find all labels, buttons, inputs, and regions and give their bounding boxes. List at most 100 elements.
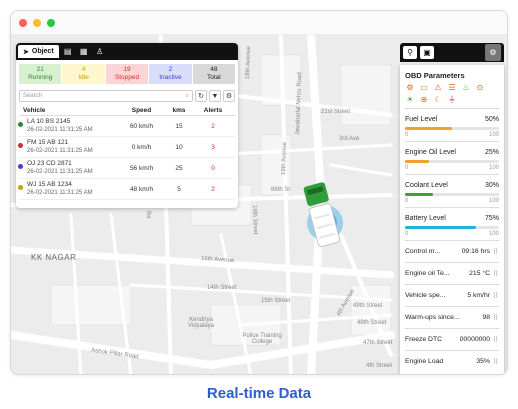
tab-user-icon[interactable]: ♙ bbox=[93, 43, 107, 60]
battery-warning-icon[interactable]: ▭ bbox=[419, 83, 429, 92]
column-header-kms[interactable]: kms bbox=[164, 107, 194, 114]
page-caption: Real-time Data bbox=[206, 385, 312, 402]
tire-pressure-icon[interactable]: ⊙ bbox=[475, 83, 485, 92]
table-row[interactable]: WJ 15 AB 1234 26-02-2021 11:31:25 AM 48 km… bbox=[18, 179, 235, 200]
tab-object[interactable]: ➤ Object bbox=[18, 45, 59, 58]
map-label-18th-avenue: 18th Avenue bbox=[245, 45, 253, 80]
gauge-fuel-level: Fuel Level 50% 0 100 bbox=[405, 108, 499, 141]
refresh-button[interactable]: ↻ bbox=[195, 90, 207, 102]
minimize-dot[interactable] bbox=[33, 19, 41, 27]
status-dot bbox=[18, 143, 23, 148]
kms-cell: 15 bbox=[175, 122, 183, 130]
kms-cell: 5 bbox=[177, 185, 181, 193]
gauge-value: 75% bbox=[484, 215, 499, 222]
drag-handle-icon[interactable]: ⠿ bbox=[493, 248, 499, 256]
status-badge-inactive[interactable]: 2 Inactive bbox=[149, 64, 192, 84]
vehicle-timestamp: 26-02-2021 11:31:25 AM bbox=[27, 148, 93, 154]
engine-warning-icon[interactable]: ⚙ bbox=[405, 83, 415, 92]
map-label-15th-street: 15th Street bbox=[261, 298, 291, 304]
close-dot[interactable] bbox=[19, 19, 27, 27]
gauge-max: 100 bbox=[488, 132, 499, 138]
status-summary: 21 Running 4 Idle 19 Stopped 2 Inactive 48 Total bbox=[19, 64, 236, 84]
map-label-48th-street: 48th Street bbox=[357, 320, 387, 326]
status-badge-stopped[interactable]: 19 Stopped bbox=[105, 64, 149, 84]
tab-grid-icon[interactable]: ▦ bbox=[77, 43, 91, 60]
obd-settings-gear-icon[interactable]: ⚙ bbox=[485, 44, 501, 61]
table-row[interactable]: LA 10 BS 2145 26-02-2021 11:31:25 AM 60 km… bbox=[18, 116, 235, 137]
vehicle-timestamp: 26-02-2021 11:31:25 AM bbox=[27, 127, 93, 133]
fog-light-icon[interactable]: ☾ bbox=[433, 95, 443, 104]
brake-warning-icon[interactable]: ⊕ bbox=[419, 95, 429, 104]
status-count: 48 bbox=[210, 66, 218, 73]
tab-engine-icon[interactable]: ▣ bbox=[420, 46, 434, 59]
parameter-value: 00000000 bbox=[459, 336, 490, 343]
gauge-label: Battery Level bbox=[405, 215, 446, 222]
coolant-temperature-icon[interactable]: ♨ bbox=[461, 83, 471, 92]
alerts-cell: 2 bbox=[211, 122, 215, 130]
obd-parameter-item[interactable]: Control m... 09:16 hrs ⠿ bbox=[405, 240, 499, 262]
map-label-14th-street: 14th Street bbox=[207, 285, 237, 291]
status-badge-total[interactable]: 48 Total bbox=[192, 64, 236, 84]
obd-parameter-item[interactable]: Warm-ups since... 98 ⠿ bbox=[405, 306, 499, 328]
gauge-min: 0 bbox=[405, 231, 409, 237]
parameter-label: Control m... bbox=[405, 248, 441, 255]
status-badge-running[interactable]: 21 Running bbox=[19, 64, 62, 84]
status-count: 4 bbox=[81, 66, 86, 73]
tab-object-label: Object bbox=[31, 48, 54, 55]
drag-handle-icon[interactable]: ⠿ bbox=[493, 314, 499, 322]
gauge-min: 0 bbox=[405, 165, 409, 171]
drag-handle-icon[interactable]: ⠿ bbox=[493, 336, 499, 344]
map-label-kendriya-vidyalaya: Kendriya Vidyalaya bbox=[188, 317, 214, 329]
search-row: Search ⌕ ↻ ▼ ⚙ bbox=[19, 90, 235, 102]
map-label-19th-avenue: 19th Avenue bbox=[281, 141, 289, 176]
column-header-vehicle[interactable]: Vehicle bbox=[19, 107, 119, 114]
obd-parameter-list: Control m... 09:16 hrs ⠿ Engine oil Te... 21… bbox=[400, 240, 504, 372]
vehicle-cell: OJ 23 CD 2871 26-02-2021 11:31:25 AM bbox=[18, 160, 119, 176]
status-badge-idle[interactable]: 4 Idle bbox=[62, 64, 105, 84]
gauge-track bbox=[405, 226, 499, 229]
headlight-icon[interactable]: ☰ bbox=[447, 83, 457, 92]
status-dot bbox=[18, 164, 23, 169]
gauge-max: 100 bbox=[488, 165, 499, 171]
table-row[interactable]: FM 15 AB 121 26-02-2021 11:31:25 AM 0 km/h… bbox=[18, 137, 235, 158]
obd-parameter-item[interactable]: Engine oil Te... 215 °C ⠿ bbox=[405, 262, 499, 284]
map-view[interactable]: KK NAGAR Ashok Pillar Road Jawaharlal Ne… bbox=[11, 35, 507, 374]
map-label-4th-street: 4th Street bbox=[366, 363, 393, 369]
obd-parameter-item[interactable]: Engine Load 35% ⠿ bbox=[405, 350, 499, 372]
object-panel: ➤ Object ▤ ▦ ♙ 21 Running 4 Idle 19 Stopped 2 I… bbox=[16, 43, 238, 208]
parameter-label: Warm-ups since... bbox=[405, 314, 460, 321]
drag-handle-icon[interactable]: ⠿ bbox=[493, 292, 499, 300]
oil-pressure-icon[interactable]: ⏚ bbox=[447, 95, 457, 104]
obd-parameter-item[interactable]: Freeze DTC 00000000 ⠿ bbox=[405, 328, 499, 350]
obd-parameter-item[interactable]: Vehicle spe... 5 km/hr ⠿ bbox=[405, 284, 499, 306]
column-header-speed[interactable]: Speed bbox=[119, 107, 164, 114]
gauge-battery-level: Battery Level 75% 0 100 bbox=[405, 207, 499, 240]
gauge-value: 25% bbox=[484, 149, 499, 156]
search-input[interactable]: Search ⌕ bbox=[19, 90, 193, 102]
maximize-dot[interactable] bbox=[47, 19, 55, 27]
speed-cell: 56 km/h bbox=[129, 164, 154, 172]
status-label: Idle bbox=[78, 74, 89, 81]
drag-handle-icon[interactable]: ⠿ bbox=[493, 358, 499, 366]
tab-location-pin-icon[interactable]: ⚲ bbox=[403, 46, 417, 59]
column-header-alerts[interactable]: Alerts bbox=[194, 107, 232, 114]
tab-document-icon[interactable]: ▤ bbox=[61, 43, 75, 60]
obd-panel: OBD Parameters ⚙ ▭ ⚠ ☰ ♨ ⊙ ☀ ⊕ ☾ ⏚ Fuel … bbox=[400, 65, 504, 374]
vehicle-timestamp: 26-02-2021 11:31:25 AM bbox=[27, 190, 93, 196]
filter-button[interactable]: ▼ bbox=[209, 90, 221, 102]
lights-icon[interactable]: ☀ bbox=[405, 95, 415, 104]
speed-cell: 48 km/h bbox=[129, 185, 154, 193]
gauge-max: 100 bbox=[488, 198, 499, 204]
map-label-21st-street: 21st Street bbox=[321, 109, 351, 115]
map-label-ba: Ba bbox=[145, 211, 152, 219]
settings-button[interactable]: ⚙ bbox=[223, 90, 235, 102]
gauge-track bbox=[405, 127, 499, 130]
hazard-warning-icon[interactable]: ⚠ bbox=[433, 83, 443, 92]
vehicle-table-body: LA 10 BS 2145 26-02-2021 11:31:25 AM 60 km… bbox=[16, 116, 238, 200]
obd-gauges: Fuel Level 50% 0 100 Engine Oil Level 25% 0 100… bbox=[400, 108, 504, 240]
table-row[interactable]: OJ 23 CD 2871 26-02-2021 11:31:25 AM 56 km… bbox=[18, 158, 235, 179]
drag-handle-icon[interactable]: ⠿ bbox=[493, 270, 499, 278]
status-count: 2 bbox=[168, 66, 173, 73]
status-label: Stopped bbox=[114, 74, 140, 81]
gauge-track bbox=[405, 193, 499, 196]
